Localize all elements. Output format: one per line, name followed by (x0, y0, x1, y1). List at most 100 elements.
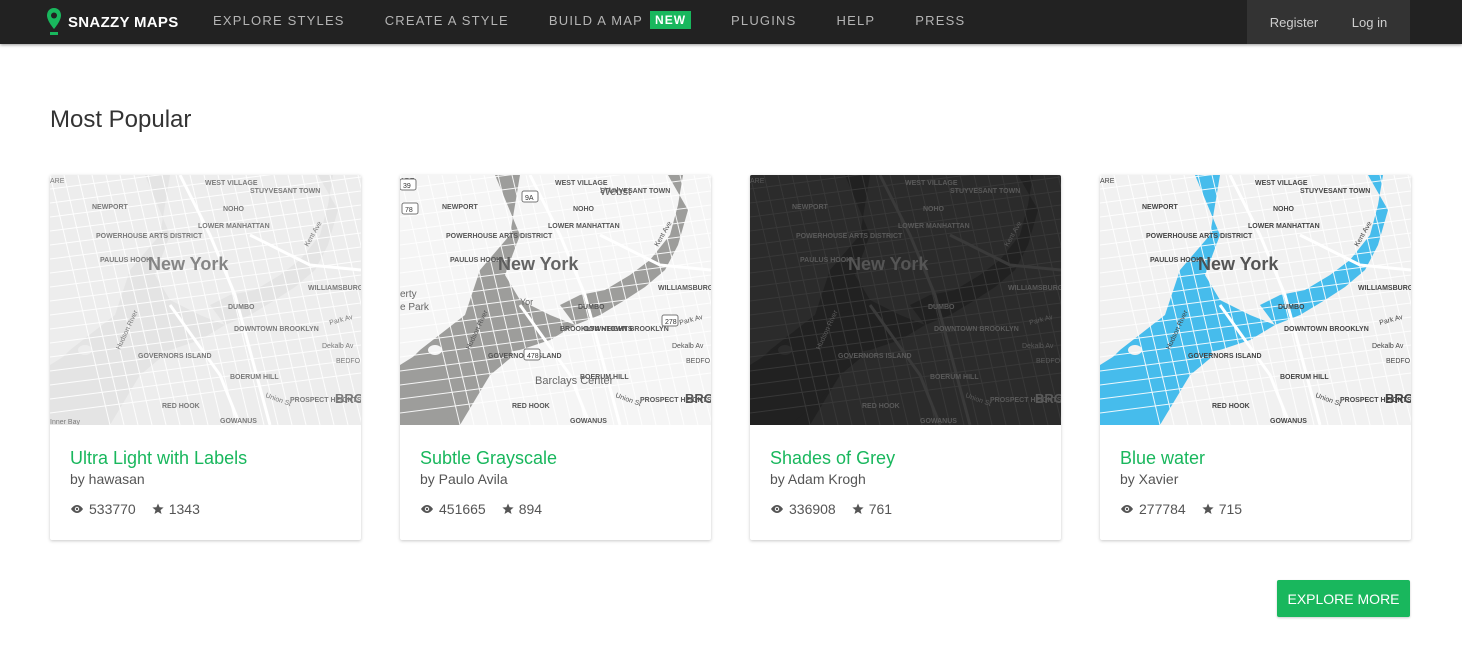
svg-text:Yor: Yor (520, 297, 533, 307)
stars-stat: 1343 (152, 501, 200, 517)
explore-more-button[interactable]: EXPLORE MORE (1277, 580, 1410, 617)
stars-stat: 894 (502, 501, 542, 517)
views-count: 451665 (439, 501, 486, 517)
nav-help[interactable]: HELP (837, 13, 876, 28)
stars-count: 715 (1218, 501, 1243, 517)
card-author: by Paulo Avila (420, 471, 508, 487)
stars-stat: 715 (1202, 501, 1242, 517)
svg-text:9A: 9A (525, 195, 534, 202)
map-pin-icon (46, 7, 62, 37)
card-stats: 451665 894 (420, 501, 691, 517)
eye-icon (1120, 504, 1134, 514)
card-title[interactable]: Ultra Light with Labels (70, 447, 341, 469)
map-thumbnail[interactable]: WEST VILLAGE STUYVESANT TOWN NEWPORT NOHO LO… (50, 175, 361, 425)
svg-text:WEST VILLAGE: WEST VILLAGE (205, 180, 258, 187)
svg-text:STUYVESANT TOWN: STUYVESANT TOWN (250, 188, 320, 195)
views-count: 336908 (789, 501, 836, 517)
svg-text:WILLIAMSBURG: WILLIAMSBURG (1008, 285, 1061, 292)
views-count: 277784 (1139, 501, 1186, 517)
eye-icon (420, 504, 434, 514)
svg-text:GOWANUS: GOWANUS (570, 418, 607, 425)
map-graphic: WEST VILLAGESTUYVESANT TOWNNEWPORT NOHOLO… (1100, 175, 1411, 425)
stars-count: 761 (868, 501, 893, 517)
svg-text:PAULUS HOOK: PAULUS HOOK (800, 257, 851, 264)
svg-text:Barclays Center: Barclays Center (535, 375, 614, 387)
svg-text:Dekalb Av: Dekalb Av (1372, 343, 1404, 350)
nav-build-a-map[interactable]: BUILD A MAP NEW (548, 11, 692, 29)
map-thumbnail[interactable]: WEST VILLAGE STUYVESANT TOWN NEWPORT NOHO LO… (750, 175, 1061, 425)
svg-text:BEDFO: BEDFO (686, 358, 711, 365)
stars-count: 1343 (168, 501, 200, 517)
nav-label: CREATE A STYLE (384, 12, 509, 28)
style-card[interactable]: WEST VILLAGE STUYVESANT TOWN NEWPORT NOHO LO… (1100, 175, 1411, 540)
svg-text:ARE: ARE (1100, 178, 1115, 185)
card-author: by Adam Krogh (770, 471, 866, 487)
main-nav: EXPLORE STYLES CREATE A STYLE BUILD A MA… (213, 0, 1005, 40)
card-title[interactable]: Subtle Grayscale (420, 447, 691, 469)
svg-text:GOWANUS: GOWANUS (920, 418, 957, 425)
nav-plugins[interactable]: PLUGINS (731, 13, 796, 28)
svg-text:DUMBO: DUMBO (578, 304, 605, 311)
svg-text:WILLIAMSBURG: WILLIAMSBURG (658, 285, 711, 292)
map-thumbnail[interactable]: WEST VILLAGE STUYVESANT TOWN NEWPORT NOHO LO… (1100, 175, 1411, 425)
svg-text:New York: New York (1198, 254, 1279, 274)
svg-text:NEWPORT: NEWPORT (1142, 204, 1179, 211)
card-author: by Xavier (1120, 471, 1179, 487)
register-link[interactable]: Register (1270, 15, 1318, 30)
svg-text:DOWNTOWN BROOKLYN: DOWNTOWN BROOKLYN (234, 326, 319, 333)
svg-text:PAULUS HOOK: PAULUS HOOK (100, 257, 151, 264)
svg-text:BOERUM HILL: BOERUM HILL (230, 374, 279, 381)
nav-press[interactable]: PRESS (915, 13, 965, 28)
svg-text:DOWNTOWN BROOKLYN: DOWNTOWN BROOKLYN (1284, 326, 1369, 333)
svg-text:BEDFO: BEDFO (336, 358, 361, 365)
svg-text:LOWER MANHATTAN: LOWER MANHATTAN (198, 223, 270, 230)
svg-text:278: 278 (665, 319, 677, 326)
svg-text:BRO: BRO (1035, 391, 1061, 406)
svg-text:STUYVESANT TOWN: STUYVESANT TOWN (950, 188, 1020, 195)
nav-label: BUILD A MAP (548, 12, 644, 28)
stars-stat: 761 (852, 501, 892, 517)
svg-text:NEWPORT: NEWPORT (792, 204, 829, 211)
svg-text:DUMBO: DUMBO (228, 304, 255, 311)
svg-text:BOERUM HILL: BOERUM HILL (930, 374, 979, 381)
svg-text:39: 39 (403, 183, 411, 190)
views-stat: 451665 (420, 501, 486, 517)
card-title[interactable]: Shades of Grey (770, 447, 1041, 469)
svg-text:STUYVESANT TOWN: STUYVESANT TOWN (1300, 188, 1370, 195)
card-stats: 336908 761 (770, 501, 1041, 517)
style-card[interactable]: WEST VILLAGE STUYVESANT TOWN NEWPORT NOHO LO… (750, 175, 1061, 540)
svg-text:BROOKLYN HEIGHTS: BROOKLYN HEIGHTS (560, 326, 633, 333)
views-stat: 533770 (70, 501, 136, 517)
style-card[interactable]: WEST VILLAGE STUYVESANT TOWN NEWPORT NOHO LO… (400, 175, 711, 540)
star-icon (502, 503, 514, 515)
svg-text:Dekalb Av: Dekalb Av (672, 343, 704, 350)
nav-label: EXPLORE STYLES (213, 12, 345, 28)
brand-link[interactable]: SNAZZY MAPS (46, 0, 179, 44)
map-thumbnail[interactable]: WEST VILLAGE STUYVESANT TOWN NEWPORT NOHO LO… (400, 175, 711, 425)
svg-text:LOWER MANHATTAN: LOWER MANHATTAN (548, 223, 620, 230)
map-graphic: WEST VILLAGESTUYVESANT TOWNNEWPORT NOHOLO… (400, 175, 711, 425)
top-navbar: SNAZZY MAPS EXPLORE STYLES CREATE A STYL… (0, 0, 1462, 44)
svg-text:NOHO: NOHO (223, 206, 245, 213)
svg-text:GOVERNORS ISLAND: GOVERNORS ISLAND (1188, 353, 1262, 360)
style-cards: WEST VILLAGE STUYVESANT TOWN NEWPORT NOHO LO… (50, 175, 1411, 540)
svg-text:POWERHOUSE ARTS DISTRICT: POWERHOUSE ARTS DISTRICT (796, 233, 903, 240)
login-link[interactable]: Log in (1352, 15, 1387, 30)
nav-create-a-style[interactable]: CREATE A STYLE (385, 13, 509, 28)
star-icon (1202, 503, 1214, 515)
svg-text:78: 78 (405, 207, 413, 214)
svg-text:GOVERNORS ISLAND: GOVERNORS ISLAND (838, 353, 912, 360)
eye-icon (70, 504, 84, 514)
style-card[interactable]: WEST VILLAGE STUYVESANT TOWN NEWPORT NOHO LO… (50, 175, 361, 540)
card-title[interactable]: Blue water (1120, 447, 1391, 469)
views-stat: 336908 (770, 501, 836, 517)
nav-label: PRESS (915, 12, 966, 28)
svg-text:DUMBO: DUMBO (1278, 304, 1305, 311)
stars-count: 894 (518, 501, 543, 517)
views-count: 533770 (89, 501, 136, 517)
nav-label: PLUGINS (731, 12, 797, 28)
map-graphic: WEST VILLAGESTUYVESANT TOWNNEWPORT NOHOLO… (750, 175, 1061, 425)
svg-text:Webst: Webst (600, 186, 631, 198)
svg-text:LOWER MANHATTAN: LOWER MANHATTAN (1248, 223, 1320, 230)
nav-explore-styles[interactable]: EXPLORE STYLES (213, 13, 345, 28)
